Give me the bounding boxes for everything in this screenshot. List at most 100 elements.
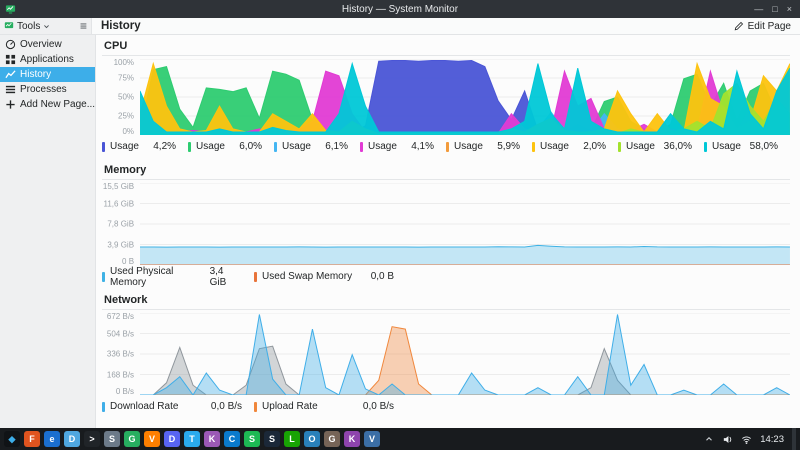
network-section-title: Network <box>104 294 148 306</box>
taskbar-app-gwenview[interactable]: G <box>124 431 140 447</box>
legend-swatch-icon <box>102 141 106 152</box>
legend-swatch-icon <box>446 141 450 152</box>
taskbar-app-okular[interactable]: O <box>304 431 320 447</box>
menu-hamburger-icon[interactable]: ≡ <box>80 20 87 32</box>
y-tick-label: 50% <box>118 92 135 102</box>
volume-icon[interactable] <box>722 434 733 445</box>
caret-up-icon[interactable] <box>704 434 714 444</box>
add-icon <box>5 99 16 110</box>
legend-value: 2,0% <box>583 141 606 152</box>
edit-page-button[interactable]: Edit Page <box>734 21 791 32</box>
taskbar-app-krita[interactable]: K <box>204 431 220 447</box>
cpu-chart <box>140 59 790 135</box>
taskbar-apps: ◆ Fe D > S G V D T K C S S L O G K V <box>4 431 380 447</box>
network-y-axis: 672 B/s 504 B/s 336 B/s 168 B/s 0 B/s <box>102 312 140 396</box>
titlebar: History — System Monitor — □ × <box>0 0 800 18</box>
taskbar-app-edge[interactable]: e <box>44 431 60 447</box>
sidebar-item-add-new-page[interactable]: Add New Page... <box>0 97 95 112</box>
legend-value: 4,1% <box>411 141 435 152</box>
sidebar-item-history[interactable]: History <box>0 67 96 82</box>
legend-swatch-icon <box>188 141 192 152</box>
legend-entry: Used Physical Memory 3,4 GiB <box>102 266 254 288</box>
memory-plot <box>140 183 790 265</box>
sidebar-header: Tools ≡ <box>0 18 92 34</box>
legend-swatch-icon <box>704 141 707 152</box>
y-tick-label: 336 B/s <box>106 349 135 359</box>
legend-value: 0,0 B/s <box>362 401 395 412</box>
processes-icon <box>5 84 16 95</box>
tools-button[interactable]: Tools <box>4 21 50 32</box>
legend-label: Usage <box>626 141 655 152</box>
legend-label: Usage <box>712 141 741 152</box>
clock[interactable]: 14:23 <box>760 434 784 445</box>
sidebar-item-label: History <box>20 69 52 80</box>
pencil-icon <box>734 21 744 31</box>
taskbar-app-telegram[interactable]: T <box>184 431 200 447</box>
taskbar-app-vlc[interactable]: V <box>144 431 160 447</box>
page-header: History Edit Page <box>92 18 800 34</box>
minimize-button[interactable]: — <box>754 4 763 14</box>
taskbar-app-spotify[interactable]: S <box>244 431 260 447</box>
taskbar-app-settings[interactable]: S <box>104 431 120 447</box>
memory-legend: Used Physical Memory 3,4 GiB Used Swap Mem… <box>102 266 790 288</box>
sidebar-item-label: Applications <box>20 54 74 65</box>
chevron-down-icon <box>43 23 50 30</box>
legend-swatch-icon <box>102 401 106 412</box>
legend-value: 6,0% <box>239 141 263 152</box>
y-tick-label: 25% <box>118 111 135 121</box>
network-icon[interactable] <box>741 434 752 445</box>
taskbar-app-code[interactable]: C <box>224 431 240 447</box>
legend-swatch-icon <box>360 141 364 152</box>
legend-entry: Usage 4,2% <box>102 140 188 153</box>
taskbar-app-launcher[interactable]: ◆ <box>4 431 20 447</box>
page-title: History <box>101 20 141 32</box>
screen: History — System Monitor — □ × Tools ≡ H… <box>0 0 800 450</box>
sidebar-item-label: Processes <box>20 84 67 95</box>
applications-icon <box>5 54 16 65</box>
network-plot <box>140 313 790 395</box>
memory-chart <box>140 183 790 265</box>
taskbar-app-firefox[interactable]: F <box>24 431 40 447</box>
legend-value: 6,1% <box>325 141 349 152</box>
legend-value: 0,0 B/s <box>210 401 243 412</box>
cpu-section: CPU 100% 75% 50% 25% 0% Usage 4,2% Usage 6,0% Us… <box>102 36 790 153</box>
close-button[interactable]: × <box>787 4 792 14</box>
sidebar-item-applications[interactable]: Applications <box>0 52 95 67</box>
y-tick-label: 100% <box>113 58 135 68</box>
system-tray: 14:23 <box>704 434 784 445</box>
legend-swatch-icon <box>254 271 258 282</box>
legend-entry: Usage 2,0% <box>532 140 618 153</box>
legend-entry: Usage 36,0% <box>618 140 704 153</box>
sidebar-item-label: Overview <box>20 39 62 50</box>
sidebar-items: Overview Applications History Processes Add … <box>0 37 96 112</box>
overview-icon <box>5 39 16 50</box>
maximize-button[interactable]: □ <box>772 4 777 14</box>
sidebar-item-label: Add New Page... <box>20 99 96 110</box>
y-tick-label: 0 B/s <box>115 386 135 396</box>
taskbar-app-steam[interactable]: S <box>264 431 280 447</box>
legend-label: Usage <box>368 141 397 152</box>
legend-swatch-icon <box>532 141 536 152</box>
sidebar-item-processes[interactable]: Processes <box>0 82 95 97</box>
taskbar-app-dolphin[interactable]: D <box>64 431 80 447</box>
taskbar-app-kdenlive[interactable]: K <box>344 431 360 447</box>
taskbar-app-discord[interactable]: D <box>164 431 180 447</box>
legend-label: Used Swap Memory <box>262 271 353 282</box>
taskbar: ◆ Fe D > S G V D T K C S S L O G K V 14:23 <box>0 428 800 450</box>
legend-value: 0,0 B <box>370 271 395 282</box>
taskbar-app-libreoffice[interactable]: L <box>284 431 300 447</box>
taskbar-app-gimp[interactable]: G <box>324 431 340 447</box>
sidebar-item-overview[interactable]: Overview <box>0 37 95 52</box>
taskbar-app-konsole[interactable]: > <box>84 431 100 447</box>
legend-label: Usage <box>110 141 139 152</box>
legend-label: Used Physical Memory <box>110 265 174 288</box>
legend-label: Usage <box>454 141 483 152</box>
taskbar-app-virtualbox[interactable]: V <box>364 431 380 447</box>
divider <box>102 179 790 180</box>
legend-label: Usage <box>196 141 225 152</box>
network-legend: Download Rate 0,0 B/s Upload Rate 0,0 B/s <box>102 400 790 413</box>
show-desktop-button[interactable] <box>792 428 796 450</box>
system-monitor-app-icon[interactable] <box>5 4 16 15</box>
legend-label: Upload Rate <box>262 401 318 412</box>
y-tick-label: 75% <box>118 73 135 83</box>
